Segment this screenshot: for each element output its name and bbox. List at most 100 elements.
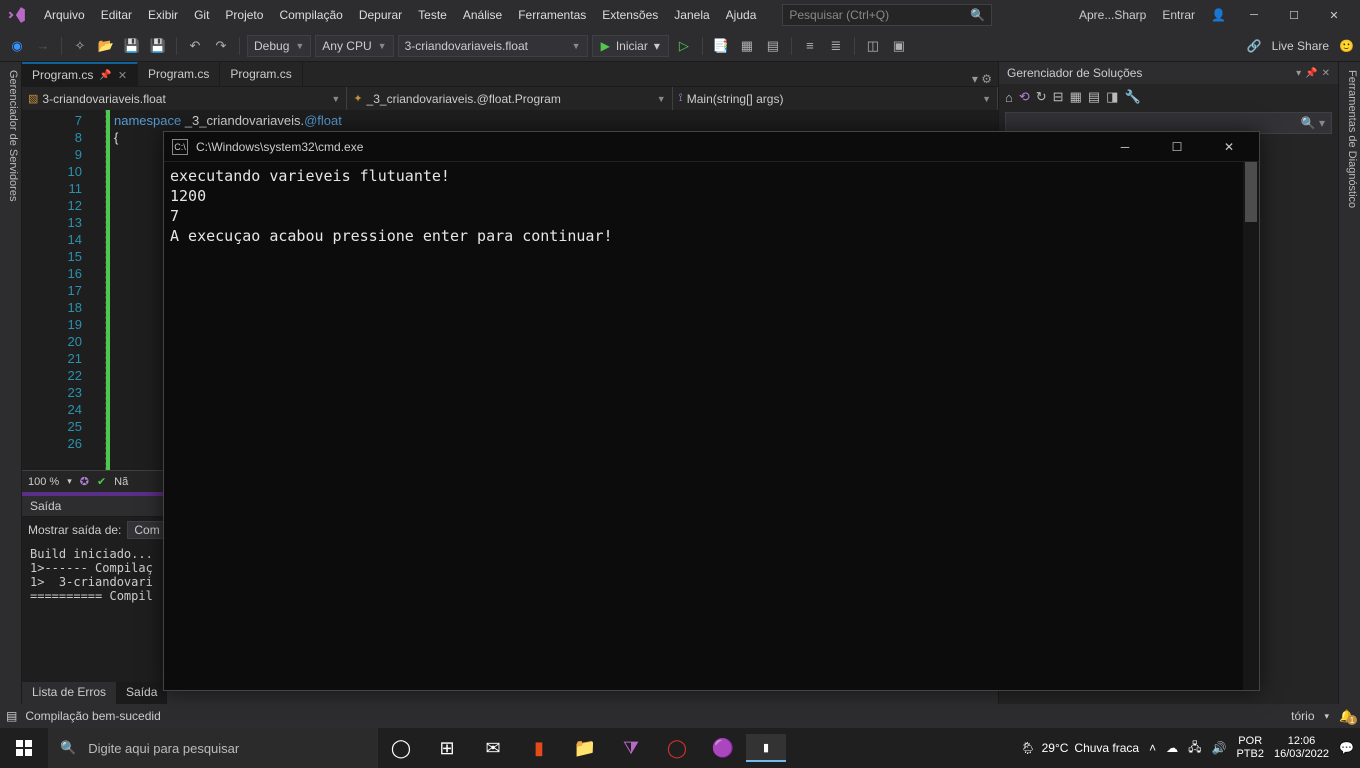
- save-all-icon[interactable]: 💾: [147, 35, 169, 57]
- tb-misc3-icon[interactable]: ▤: [762, 35, 784, 57]
- search-placeholder: Pesquisar (Ctrl+Q): [789, 8, 889, 22]
- solexp-preview-icon[interactable]: ◨: [1106, 89, 1118, 105]
- doc-tab-2[interactable]: Program.cs: [220, 62, 302, 86]
- global-search-input[interactable]: Pesquisar (Ctrl+Q) 🔍: [782, 4, 992, 26]
- zoom-level[interactable]: 100 %: [28, 476, 59, 488]
- start-nodebug-icon[interactable]: ▷: [673, 35, 695, 57]
- tb-misc7-icon[interactable]: ▣: [888, 35, 910, 57]
- menu-depurar[interactable]: Depurar: [351, 0, 410, 30]
- console-scrollbar[interactable]: [1243, 162, 1259, 690]
- start-button[interactable]: [0, 728, 48, 768]
- solexp-close-icon[interactable]: ✕: [1322, 68, 1330, 79]
- menu-editar[interactable]: Editar: [93, 0, 140, 30]
- liveshare-icon: 🔗: [1247, 39, 1262, 53]
- tb-misc1-icon[interactable]: 📑: [710, 35, 732, 57]
- console-maximize-button[interactable]: ☐: [1155, 132, 1199, 162]
- tray-onedrive-icon[interactable]: ☁: [1166, 741, 1178, 755]
- solexp-wrench-icon[interactable]: 🔧: [1124, 89, 1140, 105]
- tb-misc6-icon[interactable]: ◫: [862, 35, 884, 57]
- taskview-icon[interactable]: ⊞: [424, 728, 470, 768]
- nav-class-dropdown[interactable]: ✦_3_criandovariaveis.@float.Program▼: [347, 87, 672, 110]
- signin-link[interactable]: Entrar: [1154, 8, 1203, 22]
- document-tabs: Program.cs📌✕Program.csProgram.cs ▾ ⚙: [22, 62, 998, 86]
- solexp-collapse-icon[interactable]: ⊟: [1053, 89, 1064, 105]
- tb-misc4-icon[interactable]: ≡: [799, 35, 821, 57]
- solexp-toolbar[interactable]: ⌂ ⟲ ↻ ⊟ ▦ ▤ ◨ 🔧: [999, 84, 1338, 110]
- menu-arquivo[interactable]: Arquivo: [36, 0, 93, 30]
- console-window: C:\ C:\Windows\system32\cmd.exe ─ ☐ ✕ ex…: [163, 131, 1260, 691]
- solexp-props-icon[interactable]: ▤: [1088, 89, 1100, 105]
- opera-icon[interactable]: ◯: [654, 728, 700, 768]
- weather-widget[interactable]: 🌦 29°C Chuva fraca: [1020, 741, 1139, 755]
- user-icon[interactable]: 👤: [1203, 8, 1234, 22]
- status-repo[interactable]: tório: [1291, 709, 1314, 723]
- tab-errorlist[interactable]: Lista de Erros: [22, 682, 116, 704]
- menu-ajuda[interactable]: Ajuda: [718, 0, 765, 30]
- tray-volume-icon[interactable]: 🔊: [1212, 741, 1227, 755]
- menu-extensões[interactable]: Extensões: [594, 0, 666, 30]
- issues-icon: ✔: [97, 475, 106, 488]
- maximize-button[interactable]: ☐: [1274, 0, 1314, 30]
- menu-teste[interactable]: Teste: [410, 0, 455, 30]
- nav-project-dropdown[interactable]: ▧3-criandovariaveis.float▼: [22, 87, 347, 110]
- cmd-taskbar-icon[interactable]: ▮: [746, 734, 786, 762]
- nav-method-dropdown[interactable]: ⟟Main(string[] args)▼: [673, 87, 998, 110]
- nav-fwd-icon[interactable]: →: [32, 35, 54, 57]
- menu-ferramentas[interactable]: Ferramentas: [510, 0, 594, 30]
- open-icon[interactable]: 📂: [95, 35, 117, 57]
- search-icon: 🔍: [970, 8, 985, 22]
- menu-exibir[interactable]: Exibir: [140, 0, 186, 30]
- solexp-pin-icon[interactable]: 📌: [1305, 68, 1317, 79]
- solexp-dropdown-icon[interactable]: ▾: [1296, 68, 1301, 79]
- menu-análise[interactable]: Análise: [455, 0, 510, 30]
- left-vertical-tabs[interactable]: Gerenciador de Servidores Caixa de Ferra…: [0, 62, 22, 704]
- tab-output[interactable]: Saída: [116, 682, 167, 704]
- tb-misc5-icon[interactable]: ≣: [825, 35, 847, 57]
- close-button[interactable]: ✕: [1314, 0, 1354, 30]
- explorer-icon[interactable]: 📁: [562, 728, 608, 768]
- learn-link[interactable]: Apre...Sharp: [1071, 8, 1154, 22]
- cortana-icon[interactable]: ◯: [378, 728, 424, 768]
- mail-icon[interactable]: ✉: [470, 728, 516, 768]
- tray-chevron-icon[interactable]: ˄: [1149, 741, 1156, 755]
- tray-clock[interactable]: 12:0616/03/2022: [1274, 735, 1329, 761]
- redo-icon[interactable]: ↷: [210, 35, 232, 57]
- tb-misc2-icon[interactable]: ▦: [736, 35, 758, 57]
- liveshare-button[interactable]: Live Share: [1272, 39, 1329, 53]
- start-debug-button[interactable]: ▶Iniciar▾: [592, 35, 669, 57]
- console-output[interactable]: executando varieveis flutuante! 1200 7 A…: [164, 162, 1259, 690]
- doc-tab-1[interactable]: Program.cs: [138, 62, 220, 86]
- save-icon[interactable]: 💾: [121, 35, 143, 57]
- console-close-button[interactable]: ✕: [1207, 132, 1251, 162]
- doc-tab-0[interactable]: Program.cs📌✕: [22, 62, 138, 86]
- tray-network-icon[interactable]: 🖧: [1188, 738, 1201, 759]
- tray-notifications-icon[interactable]: 💬: [1339, 741, 1354, 755]
- new-item-icon[interactable]: ✧: [69, 35, 91, 57]
- menu-git[interactable]: Git: [186, 0, 217, 30]
- solexp-showall-icon[interactable]: ▦: [1070, 89, 1082, 105]
- visualstudio-icon[interactable]: ⧩: [608, 728, 654, 768]
- console-minimize-button[interactable]: ─: [1103, 132, 1147, 162]
- taskbar-search[interactable]: 🔍 Digite aqui para pesquisar: [48, 728, 378, 768]
- config-dropdown[interactable]: Debug▼: [247, 35, 311, 57]
- solexp-home-icon[interactable]: ⌂: [1005, 90, 1013, 105]
- solexp-refresh-icon[interactable]: ↻: [1036, 89, 1047, 105]
- menu-janela[interactable]: Janela: [666, 0, 717, 30]
- output-source-dropdown[interactable]: Com: [127, 521, 166, 539]
- nav-back-icon[interactable]: ◉: [6, 35, 28, 57]
- menu-compilação[interactable]: Compilação: [271, 0, 350, 30]
- platform-dropdown[interactable]: Any CPU▼: [315, 35, 393, 57]
- undo-icon[interactable]: ↶: [184, 35, 206, 57]
- notification-bell-icon[interactable]: 🔔1: [1339, 709, 1354, 723]
- feedback-icon[interactable]: 🙂: [1339, 39, 1354, 53]
- target-dropdown[interactable]: 3-criandovariaveis.float▼: [398, 35, 588, 57]
- tab-overflow-icon[interactable]: ▾ ⚙: [966, 72, 998, 86]
- office-icon[interactable]: ▮: [516, 728, 562, 768]
- tray-language[interactable]: PORPTB2: [1236, 735, 1264, 761]
- right-vertical-tabs[interactable]: Ferramentas de Diagnóstico: [1338, 62, 1360, 704]
- minimize-button[interactable]: ─: [1234, 0, 1274, 30]
- copilot-icon[interactable]: 🟣: [700, 728, 746, 768]
- health-icon: ✪: [80, 475, 89, 488]
- menu-projeto[interactable]: Projeto: [217, 0, 271, 30]
- solexp-sync-icon[interactable]: ⟲: [1019, 89, 1030, 105]
